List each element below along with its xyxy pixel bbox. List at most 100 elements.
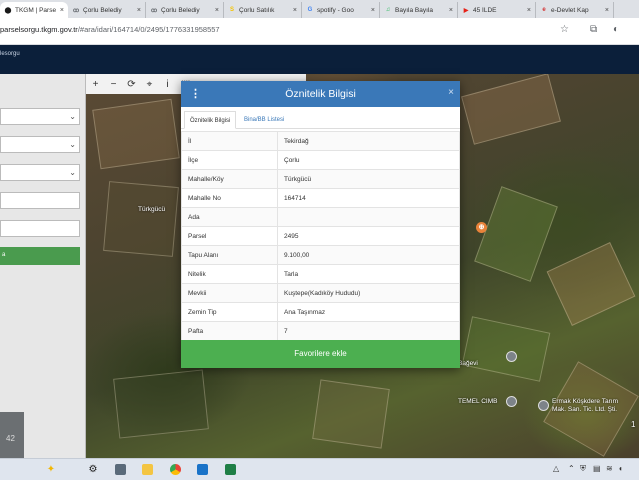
close-tab-icon[interactable]: ×	[449, 7, 453, 14]
map-label-turkgucu: Türkgücü	[138, 206, 166, 213]
browser-tab[interactable]: ꝏ Çorlu Belediy ×	[68, 2, 146, 18]
neighborhood-select[interactable]: ⌄	[0, 164, 80, 181]
sahibinden-icon: S	[229, 7, 234, 13]
windows-taskbar: ✦ ⚙ △ ⌃ ⛨ ▤ ≋ ◖	[0, 458, 639, 480]
attribute-info-modal: ⋮ Öznitelik Bilgisi × Öznitelik Bilgisi …	[181, 81, 460, 368]
close-tab-icon[interactable]: ×	[371, 7, 375, 14]
browser-tab-label: spotify - Goo	[317, 6, 354, 14]
chevron-down-icon: ⌄	[69, 112, 76, 121]
corner-text: 42	[6, 434, 15, 443]
block-input[interactable]	[0, 192, 80, 209]
wifi-icon[interactable]: ≋	[606, 464, 613, 473]
attribute-row: İl Tekirdağ	[181, 131, 460, 151]
attribute-value: Türkgücü	[277, 169, 460, 189]
browser-tab[interactable]: ꝏ Çorlu Belediy ×	[146, 2, 224, 18]
attribute-key: Mahalle/Köy	[181, 169, 278, 189]
zoom-out-icon[interactable]: −	[109, 79, 118, 90]
url-path: /#ara/idari/164714/0/2495/1776331958557	[77, 25, 220, 34]
attribute-key: Parsel	[181, 226, 278, 246]
add-favorites-button[interactable]: Favorilere ekle	[181, 340, 460, 368]
attribute-row: Ada	[181, 207, 460, 227]
url-host: parselsorgu.tkgm.gov.tr	[0, 25, 78, 34]
map-edge-label: 1	[631, 420, 636, 429]
browser-tab[interactable]: ⬤ TKGM | Parse ×	[0, 2, 68, 18]
close-tab-icon[interactable]: ×	[527, 7, 531, 14]
modal-title: Öznitelik Bilgisi	[285, 88, 356, 100]
browser-tab[interactable]: ▶ 45 İLDE ×	[458, 2, 536, 18]
close-tab-icon[interactable]: ×	[293, 7, 297, 14]
browser-tab-label: e-Devlet Kap	[551, 6, 589, 14]
close-icon[interactable]: ×	[448, 87, 454, 98]
map-field	[113, 369, 209, 439]
district-select[interactable]: ⌄	[0, 136, 80, 153]
poi-pin-icon[interactable]	[506, 351, 517, 362]
bookmark-star-icon[interactable]: ☆	[560, 24, 569, 35]
close-tab-icon[interactable]: ×	[137, 7, 141, 14]
security-icon[interactable]: ⛨	[580, 464, 586, 474]
profile-icon[interactable]: ◐	[613, 24, 619, 35]
address-bar[interactable]: parselsorgu.tkgm.gov.tr/#ara/idari/16471…	[0, 18, 639, 45]
excel-icon[interactable]	[225, 464, 236, 475]
attribute-row: Zemin Tip Ana Taşınmaz	[181, 302, 460, 322]
close-tab-icon[interactable]: ×	[60, 7, 64, 14]
browser-tab[interactable]: e e-Devlet Kap ×	[536, 2, 614, 18]
calculator-icon[interactable]	[115, 464, 126, 475]
attribute-row: Tapu Alanı 9.100,00	[181, 245, 460, 265]
app-header-title: lesorgu	[0, 51, 20, 57]
poi-pin-icon[interactable]	[506, 396, 517, 407]
browser-tab[interactable]: S Çorlu Satılık ×	[224, 2, 302, 18]
chrome-icon[interactable]	[170, 464, 181, 475]
attribute-row: Nitelik Tarla	[181, 264, 460, 284]
browser-tab[interactable]: Gspotify - Goo ×	[302, 2, 380, 18]
attribute-value: Tekirdağ	[277, 131, 460, 151]
edevlet-icon: e	[542, 7, 546, 13]
browser-tab-label: TKGM | Parse	[15, 6, 57, 14]
close-tab-icon[interactable]: ×	[215, 7, 219, 14]
attribute-value: Tarla	[277, 264, 460, 284]
browser-tab-label: Çorlu Satılık	[239, 6, 275, 14]
browser-tab-label: Bayıla Bayıla	[395, 6, 433, 14]
app-header: lesorgu	[0, 45, 639, 74]
attribute-value	[277, 207, 460, 227]
chevron-up-icon[interactable]: ⌃	[568, 464, 575, 473]
map-field	[312, 379, 390, 449]
volume-icon[interactable]: ◖	[618, 464, 623, 473]
outlook-icon[interactable]	[197, 464, 208, 475]
attribute-key: Tapu Alanı	[181, 245, 278, 265]
province-select[interactable]: ⌄	[0, 108, 80, 125]
attribute-table: İl Tekirdağ İlçe Çorlu Mahalle/Köy Türkgücü Ma…	[181, 131, 460, 341]
tab-building-list[interactable]: Bina/BB Listesi	[239, 111, 289, 129]
parcel-input[interactable]	[0, 220, 80, 237]
url-text[interactable]: parselsorgu.tkgm.gov.tr/#ara/idari/16471…	[0, 25, 220, 34]
zoom-in-icon[interactable]: +	[91, 79, 100, 90]
browser-tab-label: Çorlu Belediy	[161, 6, 200, 14]
attribute-value: Ana Taşınmaz	[277, 302, 460, 322]
poi-pin-icon[interactable]	[538, 400, 549, 411]
attribute-key: İlçe	[181, 150, 278, 170]
map-corner-overlay: 42	[0, 412, 24, 458]
attribute-row: Parsel 2495	[181, 226, 460, 246]
attribute-key: Zemin Tip	[181, 302, 278, 322]
info-icon[interactable]: i	[163, 79, 172, 90]
poi-marker-icon[interactable]: ⊕	[476, 222, 487, 233]
query-button[interactable]: a	[0, 247, 80, 265]
settings-gear-icon[interactable]: ⚙	[86, 463, 100, 477]
modal-header: ⋮ Öznitelik Bilgisi ×	[181, 81, 460, 107]
attribute-key: Pafta	[181, 321, 278, 341]
attribute-row: Mahalle No 164714	[181, 188, 460, 208]
attribute-key: Nitelik	[181, 264, 278, 284]
locate-icon[interactable]: ⌖	[145, 79, 154, 90]
map-label-bagevi: Bağevi	[458, 360, 478, 367]
browser-tab[interactable]: ♫ Bayıla Bayıla ×	[380, 2, 458, 18]
close-tab-icon[interactable]: ×	[605, 7, 609, 14]
file-explorer-icon[interactable]	[142, 464, 153, 475]
copilot-sparkle-icon[interactable]: ✦	[44, 463, 58, 477]
map-field	[103, 181, 179, 257]
tab-attribute-info[interactable]: Öznitelik Bilgisi	[184, 111, 237, 129]
attribute-row: İlçe Çorlu	[181, 150, 460, 170]
attribute-value: 2495	[277, 226, 460, 246]
weather-icon[interactable]: △	[553, 464, 559, 473]
refresh-icon[interactable]: ⟳	[127, 79, 136, 90]
extensions-icon[interactable]: ⧉	[590, 24, 597, 35]
network-icon[interactable]: ▤	[593, 464, 601, 473]
